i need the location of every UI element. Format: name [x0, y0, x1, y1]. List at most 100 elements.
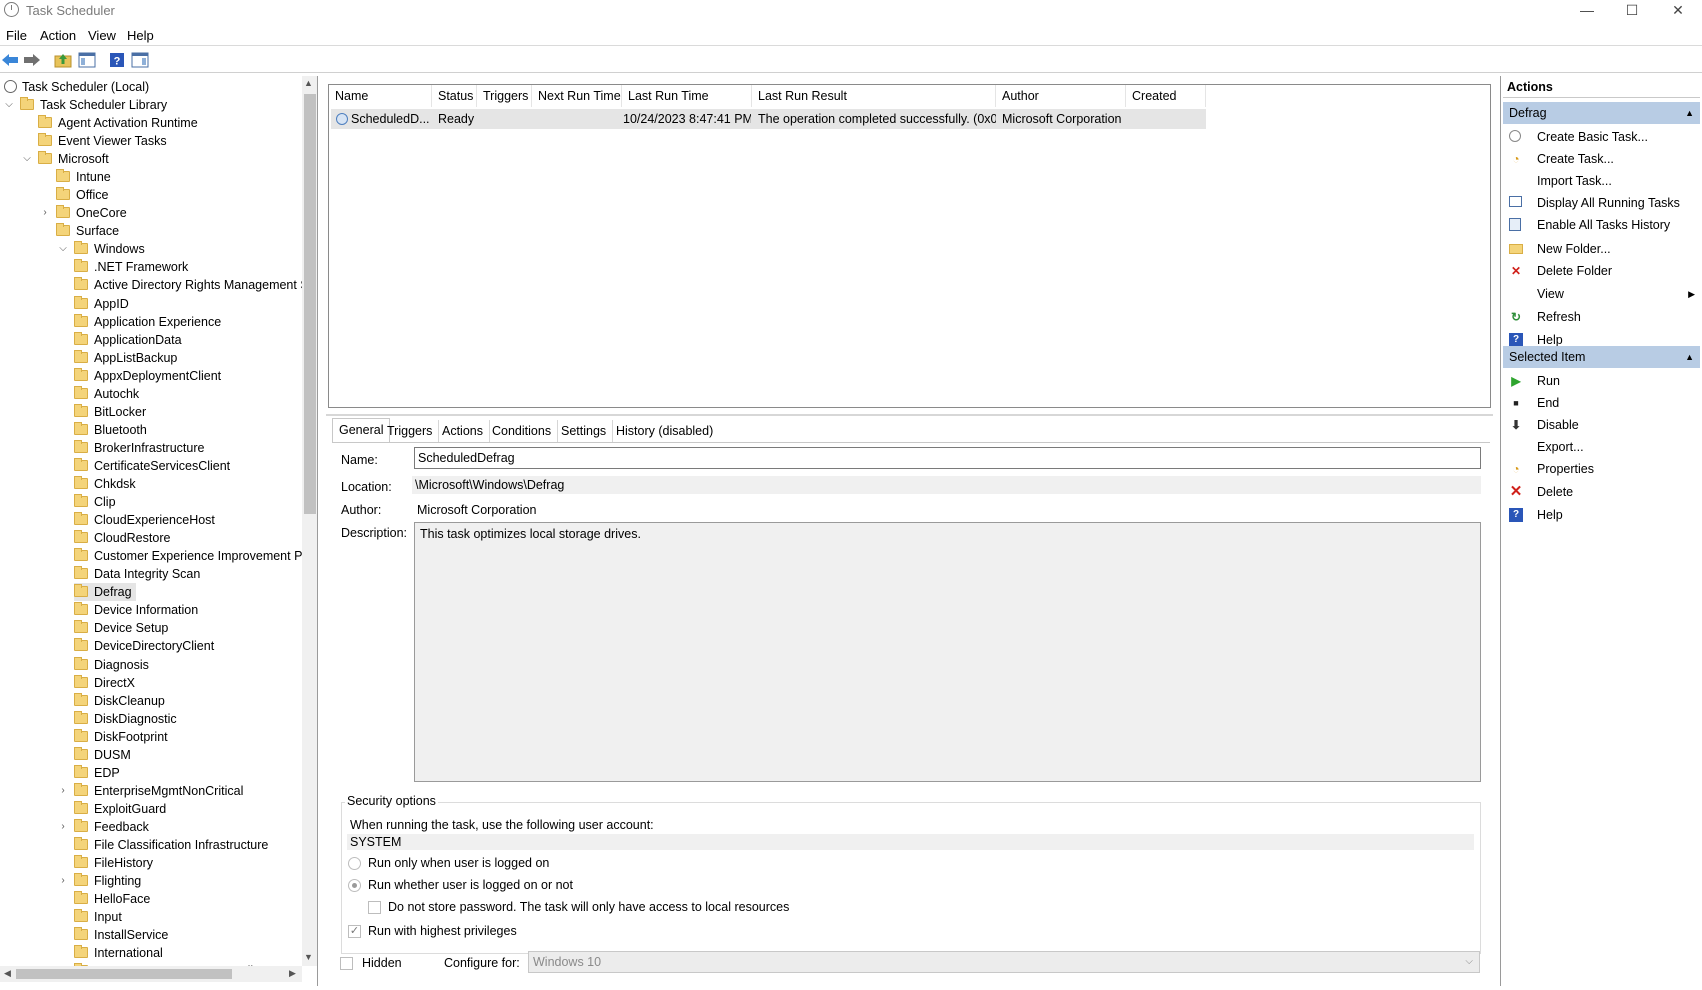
- action-export[interactable]: Export...: [1507, 436, 1695, 458]
- tab-history[interactable]: History (disabled): [610, 420, 719, 442]
- menu-action[interactable]: Action: [40, 28, 76, 43]
- col-author[interactable]: Author: [996, 85, 1126, 107]
- configure-for-select[interactable]: Windows 10 ⌵: [528, 951, 1480, 973]
- section-selected-item-header[interactable]: Selected Item ▲: [1503, 346, 1700, 368]
- col-next-run[interactable]: Next Run Time: [532, 85, 622, 107]
- back-arrow-icon[interactable]: [0, 50, 20, 70]
- tree-item[interactable]: Microsoft: [38, 150, 109, 168]
- tree-hscroll-thumb[interactable]: [16, 969, 232, 979]
- action-create-task[interactable]: ◔ Create Task...: [1507, 148, 1695, 170]
- tree-item[interactable]: AppxDeploymentClient: [74, 367, 221, 385]
- close-button[interactable]: ✕: [1656, 0, 1700, 22]
- tree-item[interactable]: Active Directory Rights Management S: [74, 276, 309, 294]
- section-defrag-header[interactable]: Defrag ▲: [1503, 102, 1700, 124]
- tree-item[interactable]: Windows: [74, 240, 145, 258]
- tree-item[interactable]: DiskCleanup: [74, 692, 165, 710]
- menu-file[interactable]: File: [6, 28, 27, 43]
- tree-item[interactable]: EDP: [74, 764, 120, 782]
- tree-item[interactable]: Feedback: [74, 818, 149, 836]
- task-name-field[interactable]: ScheduledDefrag: [414, 447, 1481, 469]
- tree-item[interactable]: BitLocker: [74, 403, 146, 421]
- hidden-checkbox[interactable]: [340, 957, 353, 970]
- action-display-running[interactable]: Display All Running Tasks: [1507, 192, 1695, 214]
- tree-item[interactable]: Device Setup: [74, 619, 168, 637]
- show-hide-action-pane-icon[interactable]: [130, 50, 150, 70]
- action-view[interactable]: View ▶: [1507, 283, 1695, 305]
- tree-item[interactable]: DUSM: [74, 746, 131, 764]
- tree-item[interactable]: Clip: [74, 493, 116, 511]
- no-store-password-checkbox[interactable]: [368, 901, 381, 914]
- tree-item[interactable]: Customer Experience Improvement Pr: [74, 547, 307, 565]
- show-hide-tree-icon[interactable]: [77, 50, 97, 70]
- tree-item[interactable]: AppID: [74, 295, 129, 313]
- tree-item[interactable]: Agent Activation Runtime: [38, 114, 198, 132]
- col-name[interactable]: Name: [329, 85, 432, 107]
- menu-view[interactable]: View: [88, 28, 116, 43]
- action-end[interactable]: ■ End: [1507, 392, 1695, 414]
- collapse-chevron-icon[interactable]: ⌵: [58, 240, 68, 258]
- tab-settings[interactable]: Settings: [555, 420, 614, 442]
- tree-item[interactable]: Bluetooth: [74, 421, 147, 439]
- tree-library[interactable]: Task Scheduler Library: [20, 96, 167, 114]
- tree-item[interactable]: HelloFace: [74, 890, 150, 908]
- tree-item[interactable]: Office: [56, 186, 108, 204]
- action-create-basic-task[interactable]: Create Basic Task...: [1507, 126, 1695, 148]
- action-help-selected[interactable]: ? Help: [1507, 504, 1695, 526]
- col-status[interactable]: Status: [432, 85, 477, 107]
- scroll-up-icon[interactable]: ▲: [304, 78, 313, 88]
- description-field[interactable]: This task optimizes local storage drives…: [414, 522, 1481, 782]
- menu-help[interactable]: Help: [127, 28, 154, 43]
- tree-item[interactable]: Application Experience: [74, 313, 221, 331]
- col-last-result[interactable]: Last Run Result: [752, 85, 996, 107]
- tree-item[interactable]: Surface: [56, 222, 119, 240]
- tree-item[interactable]: DirectX: [74, 674, 135, 692]
- expand-chevron-icon[interactable]: ›: [58, 782, 68, 800]
- col-last-run[interactable]: Last Run Time: [622, 85, 752, 107]
- tree-item[interactable]: Diagnosis: [74, 656, 149, 674]
- run-whether-radio[interactable]: [348, 879, 361, 892]
- tree-item[interactable]: BrokerInfrastructure: [74, 439, 204, 457]
- action-new-folder[interactable]: New Folder...: [1507, 238, 1695, 260]
- tab-triggers[interactable]: Triggers: [381, 420, 440, 442]
- tree-item[interactable]: ApplicationData: [74, 331, 182, 349]
- tab-actions[interactable]: Actions: [436, 420, 490, 442]
- expand-chevron-icon[interactable]: ›: [40, 204, 50, 222]
- tree-item[interactable]: File Classification Infrastructure: [74, 836, 268, 854]
- tree-item[interactable]: .NET Framework: [74, 258, 188, 276]
- tree-item[interactable]: Defrag: [74, 583, 136, 602]
- expand-chevron-icon[interactable]: ›: [58, 818, 68, 836]
- action-run[interactable]: ▶ Run: [1507, 370, 1695, 392]
- tree-item[interactable]: International: [74, 944, 163, 962]
- tree-item[interactable]: CloudExperienceHost: [74, 511, 215, 529]
- action-import-task[interactable]: Import Task...: [1507, 170, 1695, 192]
- up-folder-icon[interactable]: [53, 50, 73, 70]
- maximize-button[interactable]: ☐: [1610, 0, 1654, 22]
- forward-arrow-icon[interactable]: [22, 50, 42, 70]
- tree-item[interactable]: Intune: [56, 168, 111, 186]
- action-disable[interactable]: ⬇ Disable: [1507, 414, 1695, 436]
- tree-item[interactable]: FileHistory: [74, 854, 153, 872]
- col-triggers[interactable]: Triggers: [477, 85, 532, 107]
- action-enable-history[interactable]: Enable All Tasks History: [1507, 214, 1695, 236]
- col-created[interactable]: Created: [1126, 85, 1206, 107]
- tree-item[interactable]: Event Viewer Tasks: [38, 132, 167, 150]
- action-refresh[interactable]: ↻ Refresh: [1507, 306, 1695, 328]
- tree-item[interactable]: CertificateServicesClient: [74, 457, 230, 475]
- tab-conditions[interactable]: Conditions: [486, 420, 559, 442]
- highest-privileges-checkbox[interactable]: ✓: [348, 925, 361, 938]
- expand-chevron-icon[interactable]: ›: [58, 872, 68, 890]
- action-delete[interactable]: ✕ Delete: [1507, 481, 1695, 503]
- collapse-chevron-icon[interactable]: ⌵: [22, 150, 32, 168]
- scroll-right-icon[interactable]: ▶: [289, 968, 296, 979]
- run-logged-on-radio[interactable]: [348, 857, 361, 870]
- scroll-left-icon[interactable]: ◀: [4, 968, 11, 979]
- help-icon[interactable]: ?: [107, 50, 127, 70]
- tree-item[interactable]: Chkdsk: [74, 475, 136, 493]
- tree-item[interactable]: DiskDiagnostic: [74, 710, 177, 728]
- action-delete-folder[interactable]: ✕ Delete Folder: [1507, 260, 1695, 282]
- tree-item[interactable]: ExploitGuard: [74, 800, 166, 818]
- tree-item[interactable]: DeviceDirectoryClient: [74, 637, 214, 655]
- tree-item[interactable]: OneCore: [56, 204, 127, 222]
- tree-scroll-thumb[interactable]: [304, 94, 316, 514]
- tree-item[interactable]: InstallService: [74, 926, 168, 944]
